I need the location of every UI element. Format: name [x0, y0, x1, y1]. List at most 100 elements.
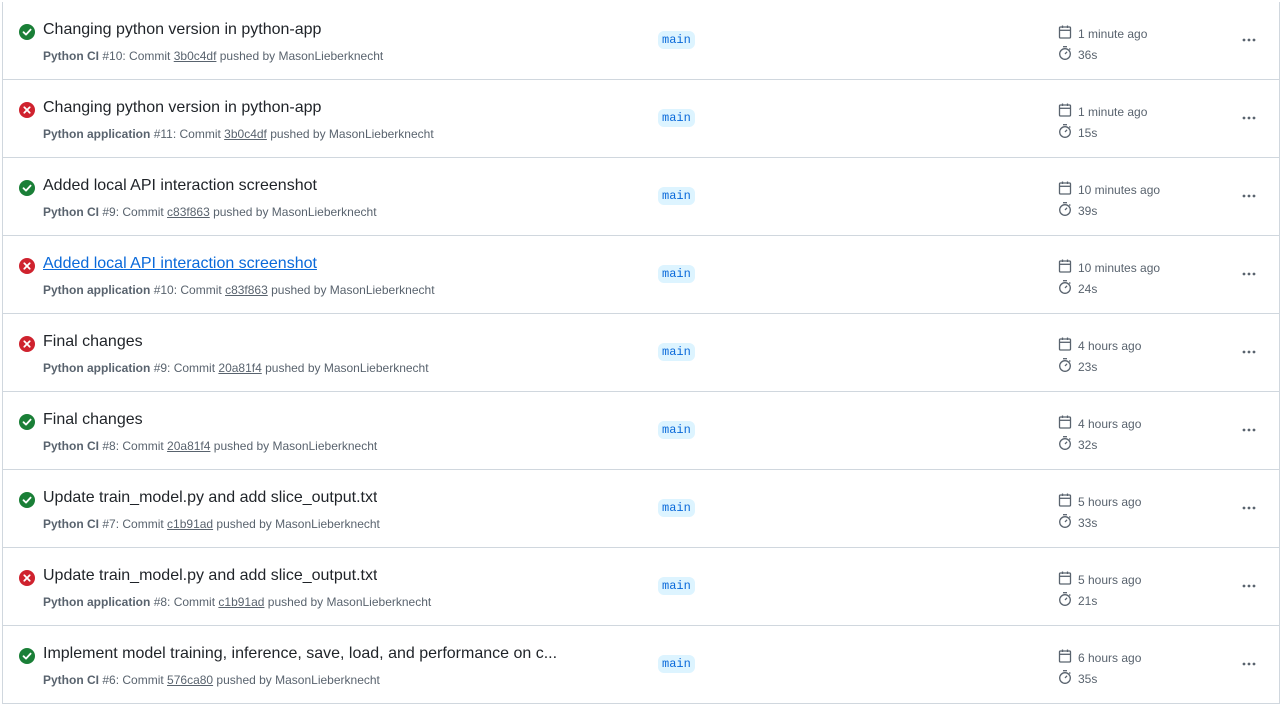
- x-circle-icon: [19, 258, 35, 274]
- kebab-menu-icon[interactable]: [1239, 654, 1259, 674]
- branch-badge[interactable]: main: [658, 343, 695, 361]
- commit-sha-link[interactable]: 20a81f4: [218, 361, 261, 375]
- workflow-runs-list: Changing python version in python-app Py…: [2, 2, 1280, 704]
- workflow-name: Python CI: [43, 49, 99, 63]
- run-timing: 1 minute ago 15s: [1057, 101, 1147, 143]
- kebab-menu-icon[interactable]: [1239, 30, 1259, 50]
- calendar-icon: [1057, 258, 1078, 277]
- commit-prefix: : Commit: [115, 205, 168, 219]
- run-date-line: 10 minutes ago: [1057, 179, 1160, 200]
- commit-sha-link[interactable]: c83f863: [225, 283, 268, 297]
- run-date-line: 4 hours ago: [1057, 335, 1141, 356]
- run-meta: Python CI #10: Commit 3b0c4df pushed by …: [43, 48, 383, 64]
- stopwatch-icon: [1057, 513, 1078, 532]
- commit-prefix: : Commit: [115, 673, 168, 687]
- branch-badge[interactable]: main: [658, 31, 695, 49]
- run-title-link[interactable]: Changing python version in python-app: [43, 98, 321, 118]
- commit-sha-link[interactable]: 576ca80: [167, 673, 213, 687]
- commit-sha-link[interactable]: 20a81f4: [167, 439, 210, 453]
- run-meta: Python CI #6: Commit 576ca80 pushed by M…: [43, 672, 380, 688]
- kebab-menu-icon[interactable]: [1239, 576, 1259, 596]
- run-title-link[interactable]: Final changes: [43, 332, 143, 352]
- kebab-menu-icon[interactable]: [1239, 342, 1259, 362]
- run-title-link[interactable]: Update train_model.py and add slice_outp…: [43, 488, 377, 508]
- run-number: #6: [102, 673, 116, 687]
- calendar-icon: [1057, 570, 1078, 589]
- kebab-menu-icon[interactable]: [1239, 264, 1259, 284]
- run-duration-line: 35s: [1057, 668, 1141, 689]
- branch-badge[interactable]: main: [658, 577, 695, 595]
- branch-badge[interactable]: main: [658, 187, 695, 205]
- workflow-name: Python CI: [43, 673, 99, 687]
- run-duration: 24s: [1078, 281, 1098, 296]
- calendar-icon: [1057, 648, 1078, 667]
- commit-sha-link[interactable]: 3b0c4df: [174, 49, 217, 63]
- workflow-name: Python CI: [43, 439, 99, 453]
- run-date-line: 6 hours ago: [1057, 647, 1141, 668]
- workflow-run-row[interactable]: Update train_model.py and add slice_outp…: [3, 469, 1279, 547]
- run-number: #9: [153, 361, 168, 375]
- run-date-line: 1 minute ago: [1057, 101, 1147, 122]
- workflow-name: Python application: [43, 361, 151, 375]
- workflow-run-row[interactable]: Final changes Python CI #8: Commit 20a81…: [3, 391, 1279, 469]
- workflow-run-row[interactable]: Update train_model.py and add slice_outp…: [3, 547, 1279, 625]
- calendar-icon: [1057, 102, 1078, 121]
- commit-prefix: : Commit: [167, 595, 219, 609]
- commit-sha-link[interactable]: c83f863: [167, 205, 210, 219]
- commit-sha-link[interactable]: c1b91ad: [218, 595, 264, 609]
- stopwatch-icon: [1057, 591, 1078, 610]
- run-timing: 4 hours ago 23s: [1057, 335, 1141, 377]
- run-title-link[interactable]: Changing python version in python-app: [43, 20, 321, 40]
- run-date-line: 5 hours ago: [1057, 491, 1141, 512]
- commit-prefix: : Commit: [173, 283, 226, 297]
- branch-badge[interactable]: main: [658, 499, 695, 517]
- stopwatch-icon: [1057, 279, 1078, 298]
- pushed-by-text: pushed by MasonLieberknecht: [216, 49, 384, 63]
- stopwatch-icon: [1057, 435, 1078, 454]
- run-number: #7: [102, 517, 116, 531]
- run-duration-line: 21s: [1057, 590, 1141, 611]
- x-circle-icon: [19, 570, 35, 586]
- commit-prefix: : Commit: [115, 517, 168, 531]
- commit-prefix: : Commit: [172, 127, 225, 141]
- commit-prefix: : Commit: [167, 361, 219, 375]
- check-circle-icon: [19, 24, 35, 40]
- run-meta: Python application #8: Commit c1b91ad pu…: [43, 594, 431, 610]
- run-duration: 39s: [1078, 203, 1098, 218]
- kebab-menu-icon[interactable]: [1239, 108, 1259, 128]
- pushed-by-text: pushed by MasonLieberknecht: [261, 361, 429, 375]
- workflow-run-row[interactable]: Added local API interaction screenshot P…: [3, 157, 1279, 235]
- run-title-link[interactable]: Implement model training, inference, sav…: [43, 644, 557, 664]
- commit-sha-link[interactable]: c1b91ad: [167, 517, 213, 531]
- run-duration-line: 24s: [1057, 278, 1160, 299]
- run-number: #10: [153, 283, 174, 297]
- workflow-run-row[interactable]: Changing python version in python-app Py…: [3, 79, 1279, 157]
- run-title-link[interactable]: Added local API interaction screenshot: [43, 254, 317, 274]
- workflow-run-row[interactable]: Added local API interaction screenshot P…: [3, 235, 1279, 313]
- run-meta: Python CI #8: Commit 20a81f4 pushed by M…: [43, 438, 377, 454]
- branch-badge[interactable]: main: [658, 421, 695, 439]
- kebab-menu-icon[interactable]: [1239, 186, 1259, 206]
- kebab-menu-icon[interactable]: [1239, 498, 1259, 518]
- run-title-link[interactable]: Added local API interaction screenshot: [43, 176, 317, 196]
- run-title-link[interactable]: Update train_model.py and add slice_outp…: [43, 566, 377, 586]
- kebab-menu-icon[interactable]: [1239, 420, 1259, 440]
- stopwatch-icon: [1057, 357, 1078, 376]
- calendar-icon: [1057, 336, 1078, 355]
- workflow-run-row[interactable]: Changing python version in python-app Py…: [3, 2, 1279, 79]
- run-title-link[interactable]: Final changes: [43, 410, 143, 430]
- workflow-run-row[interactable]: Implement model training, inference, sav…: [3, 625, 1279, 703]
- branch-badge[interactable]: main: [658, 655, 695, 673]
- pushed-by-text: pushed by MasonLieberknecht: [210, 439, 378, 453]
- run-relative-time: 1 minute ago: [1078, 104, 1148, 119]
- run-number: #8: [102, 439, 116, 453]
- workflow-name: Python CI: [43, 517, 99, 531]
- run-date-line: 5 hours ago: [1057, 569, 1141, 590]
- pushed-by-text: pushed by MasonLieberknecht: [209, 205, 377, 219]
- commit-sha-link[interactable]: 3b0c4df: [224, 127, 267, 141]
- branch-badge[interactable]: main: [658, 265, 695, 283]
- run-duration: 33s: [1078, 515, 1098, 530]
- workflow-run-row[interactable]: Final changes Python application #9: Com…: [3, 313, 1279, 391]
- run-relative-time: 4 hours ago: [1078, 416, 1142, 431]
- branch-badge[interactable]: main: [658, 109, 695, 127]
